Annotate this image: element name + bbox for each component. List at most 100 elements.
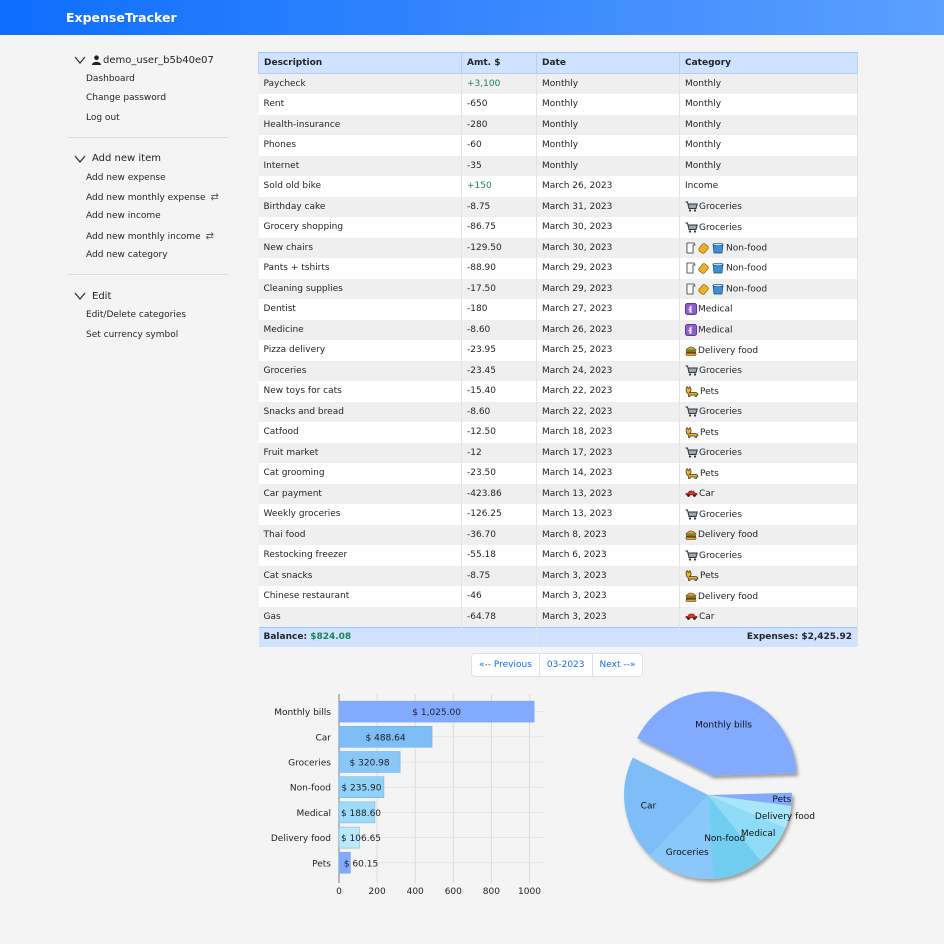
table-row[interactable]: Snacks and bread -8.60 March 22, 2023 Groce… [258, 401, 858, 422]
table-row[interactable]: New chairs -129.50 March 30, 2023 Non-food [258, 237, 858, 258]
table-row[interactable]: Cat grooming -23.50 March 14, 2023 Pets [258, 463, 858, 484]
cell-desc-text: Rent [263, 99, 285, 110]
column-header-amount[interactable]: Amt. $ [461, 52, 537, 74]
table-row[interactable]: New toys for cats -15.40 March 22, 2023 Pet… [258, 381, 858, 402]
chevron-down-icon [74, 56, 86, 65]
column-header-date[interactable]: Date [536, 52, 680, 74]
table-row[interactable]: Medicine -8.60 March 26, 2023 Medical [258, 319, 858, 340]
add-links: Add new expense Add new monthly expense ⇄ A… [68, 169, 228, 265]
sidebar-link[interactable]: Add new income [68, 207, 228, 226]
table-row[interactable]: Dentist -180 March 27, 2023 Medical [258, 299, 858, 320]
table-row[interactable]: Fruit market -12 March 17, 2023 Groceries [258, 442, 858, 463]
cell-date: March 26, 2023 [536, 176, 680, 197]
cell-desc-text: Fruit market [263, 447, 319, 458]
sidebar-link[interactable]: Dashboard [68, 70, 228, 89]
cat-icon [685, 385, 699, 397]
table-row[interactable]: Internet -35 Monthly Monthly [258, 155, 858, 176]
table-row[interactable]: Health-insurance -280 Monthly Monthly [258, 114, 858, 135]
table-row[interactable]: Paycheck +3,100 Monthly Monthly [258, 73, 858, 94]
cell-desc: Pizza delivery [258, 340, 462, 361]
app-brand[interactable]: ExpenseTracker [66, 10, 177, 25]
table-row[interactable]: Rent -650 Monthly Monthly [258, 94, 858, 115]
cell-date-text: March 18, 2023 [542, 427, 613, 438]
x-tick-label: 800 [483, 887, 500, 897]
cell-cat: Groceries [679, 401, 858, 422]
column-header-category[interactable]: Category [679, 52, 858, 74]
cell-desc: Grocery shopping [258, 217, 462, 238]
table-row[interactable]: Cleaning supplies -17.50 March 29, 2023 Non… [258, 278, 858, 299]
sidebar-link-label: Add new expense [86, 172, 166, 183]
pie-slice-0[interactable] [637, 691, 797, 776]
cell-amt: -8.75 [461, 196, 537, 217]
table-row[interactable]: Weekly groceries -126.25 March 13, 2023 Gro… [258, 504, 858, 525]
add-menu-toggle[interactable]: Add new item [68, 149, 228, 169]
cell-amt: -64.78 [461, 606, 537, 627]
next-page-link[interactable]: Next --» [593, 654, 643, 676]
sidebar-link[interactable]: Change password [68, 89, 228, 108]
user-menu-toggle[interactable]: demo_user_b5b40e07 [68, 50, 228, 70]
sidebar-link[interactable]: Add new monthly income ⇄ [68, 227, 228, 246]
cell-desc-text: Restocking freezer [263, 550, 348, 561]
shopping-cart-icon [685, 365, 698, 376]
cell-cat-text: Pets [700, 571, 719, 582]
table-row[interactable]: Chinese restaurant -46 March 3, 2023 Delive… [258, 586, 858, 607]
cell-cat-text: Car [699, 611, 715, 622]
current-page-link[interactable]: 03-2023 [540, 654, 593, 676]
cell-desc-text: Cat grooming [263, 468, 325, 479]
category-label: Groceries [288, 759, 331, 769]
burger-icon [685, 592, 697, 602]
cell-cat-text: Groceries [699, 550, 742, 561]
table-row[interactable]: Pants + tshirts -88.90 March 29, 2023 Non-f… [258, 258, 858, 279]
cell-amt: -12.50 [461, 422, 537, 443]
cell-cat: Non-food [679, 258, 858, 279]
table-row[interactable]: Thai food -36.70 March 8, 2023 Delivery foo… [258, 524, 858, 545]
cell-cat-text: Non-food [726, 263, 768, 274]
sidebar-link[interactable]: Edit/Delete categories [68, 306, 228, 325]
cell-amt-text: -23.45 [467, 365, 497, 376]
edit-menu-toggle[interactable]: Edit [68, 286, 228, 306]
table-row[interactable]: Gas -64.78 March 3, 2023 Car [258, 606, 858, 627]
table-row[interactable]: Sold old bike +150 March 26, 2023 Income [258, 176, 858, 197]
table-row[interactable]: Pizza delivery -23.95 March 25, 2023 Delive… [258, 340, 858, 361]
table-row[interactable]: Catfood -12.50 March 18, 2023 Pets [258, 422, 858, 443]
table-row[interactable]: Cat snacks -8.75 March 3, 2023 Pets [258, 565, 858, 586]
cell-cat: Pets [679, 381, 858, 402]
column-header-description[interactable]: Description [258, 52, 462, 74]
previous-page-link[interactable]: «-- Previous [472, 654, 540, 676]
cell-desc-text: Internet [263, 160, 300, 171]
cell-date-text: March 14, 2023 [542, 468, 613, 479]
table-row[interactable]: Phones -60 Monthly Monthly [258, 135, 858, 156]
table-row[interactable]: Grocery shopping -86.75 March 30, 2023 Groc… [258, 217, 858, 238]
cell-amt: -17.50 [461, 278, 537, 299]
cell-desc: Phones [258, 135, 462, 156]
sidebar-link[interactable]: Add new expense [68, 169, 228, 188]
shopping-cart-icon [685, 509, 698, 520]
cell-desc-text: New toys for cats [263, 386, 342, 397]
cell-date: March 3, 2023 [536, 565, 680, 586]
cat-icon [685, 426, 699, 438]
cell-cat: Car [679, 606, 858, 627]
cell-cat-text: Delivery food [698, 591, 759, 602]
cell-date: March 17, 2023 [536, 442, 680, 463]
cell-date: March 22, 2023 [536, 401, 680, 422]
cell-cat: Delivery food [679, 340, 858, 361]
shopping-cart-icon [685, 201, 698, 212]
cat-icon [685, 467, 699, 479]
cell-date: Monthly [536, 114, 680, 135]
table-row[interactable]: Restocking freezer -55.18 March 6, 2023 Gro… [258, 545, 858, 566]
cell-desc: New toys for cats [258, 381, 462, 402]
cell-desc-text: Phones [263, 140, 297, 151]
table-row[interactable]: Birthday cake -8.75 March 31, 2023 Grocerie… [258, 196, 858, 217]
sidebar-link[interactable]: Add new category [68, 246, 228, 265]
table-row[interactable]: Groceries -23.45 March 24, 2023 Groceries [258, 360, 858, 381]
cat-icon [685, 570, 699, 582]
sidebar-link[interactable]: Log out [68, 109, 228, 128]
bar-value-label: $ 1,025.00 [412, 708, 461, 718]
sidebar-link[interactable]: Set currency symbol [68, 326, 228, 345]
cell-desc: Snacks and bread [258, 401, 462, 422]
category-label: Non-food [290, 784, 331, 794]
x-tick-label: 400 [407, 887, 424, 897]
non-food-icon [686, 242, 724, 254]
sidebar-link[interactable]: Add new monthly expense ⇄ [68, 188, 228, 207]
table-row[interactable]: Car payment -423.86 March 13, 2023 Car [258, 483, 858, 504]
